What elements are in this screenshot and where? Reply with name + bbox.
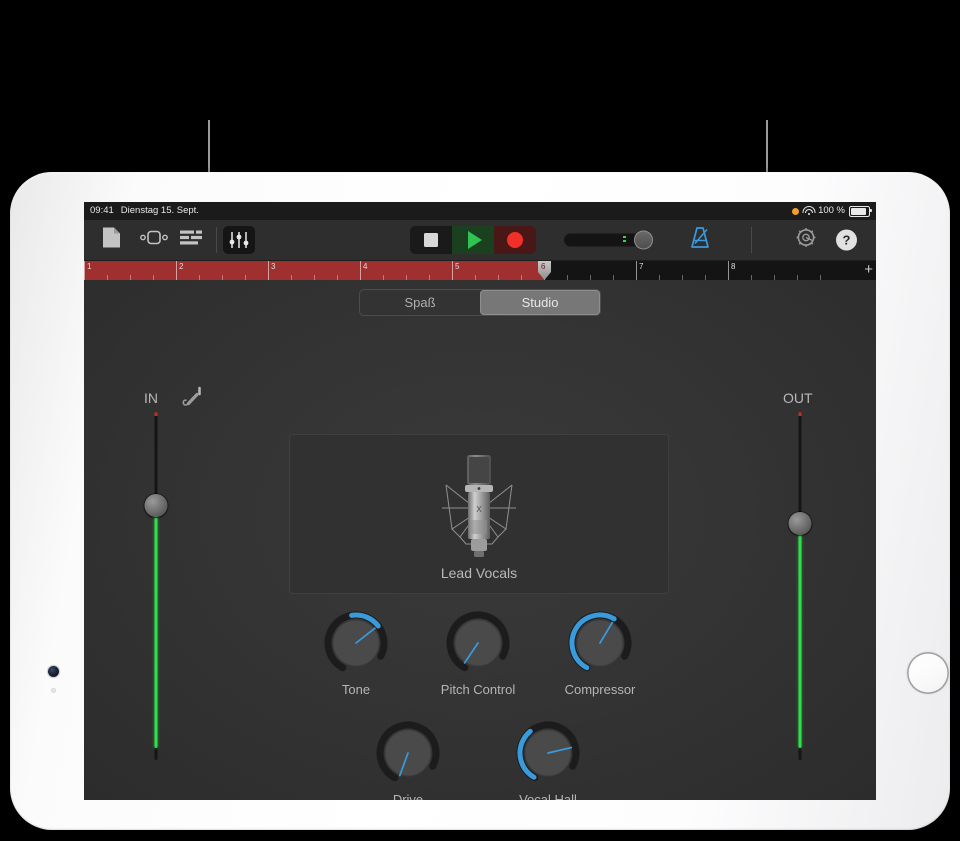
ruler-bar-line bbox=[636, 261, 637, 280]
knob-vocal-hall-dial bbox=[515, 720, 581, 786]
toolbar-divider-right bbox=[751, 227, 752, 253]
stop-icon bbox=[424, 233, 438, 247]
knob-drive-label: Drive bbox=[358, 792, 458, 800]
ruler-bar-line bbox=[268, 261, 269, 280]
play-button[interactable] bbox=[452, 226, 494, 254]
input-level-meter bbox=[155, 507, 158, 748]
battery-percent-label: 100 % bbox=[818, 202, 845, 220]
fx-sliders-icon[interactable] bbox=[223, 226, 255, 254]
mode-segmented-control: Spaß Studio bbox=[359, 289, 601, 316]
metronome-icon[interactable] bbox=[688, 227, 712, 254]
ruler-bar-line bbox=[176, 261, 177, 280]
main-toolbar: ? bbox=[84, 220, 876, 261]
gear-icon[interactable] bbox=[795, 227, 817, 254]
navigation-icon[interactable] bbox=[140, 230, 168, 251]
ipad-screen: 09:41 Dienstag 15. Sept. 100 % bbox=[84, 202, 876, 800]
condenser-microphone-icon: X bbox=[436, 451, 522, 568]
ruler-bar-number: 4 bbox=[363, 262, 367, 271]
add-section-button[interactable]: + bbox=[864, 262, 873, 278]
knob-compressor-dial bbox=[567, 610, 633, 676]
battery-icon bbox=[849, 206, 870, 217]
svg-text:X: X bbox=[476, 505, 482, 514]
knob-compressor[interactable]: Compressor bbox=[550, 610, 650, 697]
knob-drive[interactable]: Drive bbox=[358, 720, 458, 800]
tab-studio[interactable]: Studio bbox=[480, 290, 600, 315]
master-volume-ticks bbox=[623, 236, 626, 244]
instrument-panel[interactable]: X Lead Vocals bbox=[289, 434, 669, 594]
stop-button[interactable] bbox=[410, 226, 452, 254]
output-title: OUT bbox=[783, 390, 813, 406]
instrument-name: Lead Vocals bbox=[290, 565, 668, 581]
ruler-bar-number: 5 bbox=[455, 262, 459, 271]
ruler-bar-number: 2 bbox=[179, 262, 183, 271]
output-fader-peak-indicator bbox=[799, 412, 802, 416]
ruler-bar-line bbox=[360, 261, 361, 280]
play-icon bbox=[468, 231, 482, 249]
status-time: 09:41 bbox=[90, 202, 114, 220]
ruler-bar-number: 8 bbox=[731, 262, 735, 271]
input-fader-peak-indicator bbox=[155, 412, 158, 416]
status-date: Dienstag 15. Sept. bbox=[121, 202, 199, 220]
knob-drive-dial bbox=[375, 720, 441, 786]
knob-tone-dial bbox=[323, 610, 389, 676]
studio-workspace: Spaß Studio IN Mic Kanal bbox=[84, 280, 876, 800]
input-fader[interactable] bbox=[146, 412, 166, 760]
timeline-ruler[interactable]: 1 2 3 4 5 bbox=[84, 261, 876, 280]
ruler-bar-line bbox=[84, 261, 85, 280]
record-button[interactable] bbox=[494, 226, 536, 254]
master-volume-knob[interactable] bbox=[634, 231, 653, 250]
wifi-icon bbox=[803, 207, 814, 216]
knob-compressor-label: Compressor bbox=[550, 682, 650, 697]
home-button[interactable] bbox=[907, 652, 949, 694]
status-bar-left: 09:41 Dienstag 15. Sept. bbox=[90, 202, 199, 220]
help-button[interactable]: ? bbox=[836, 230, 857, 251]
output-fader[interactable] bbox=[790, 412, 810, 760]
status-bar-right: 100 % bbox=[792, 202, 870, 220]
output-level-meter bbox=[799, 524, 802, 748]
ruler-bar-number: 3 bbox=[271, 262, 275, 271]
input-fader-thumb[interactable] bbox=[145, 494, 168, 517]
output-fader-thumb[interactable] bbox=[789, 512, 812, 535]
record-icon bbox=[507, 232, 523, 248]
input-title: IN bbox=[144, 390, 158, 406]
mixer-lines-icon[interactable] bbox=[180, 230, 202, 251]
knob-vocal-hall-label: Vocal Hall bbox=[498, 792, 598, 800]
ruler-bar-number: 1 bbox=[87, 262, 91, 271]
ruler-bar-number: 7 bbox=[639, 262, 643, 271]
screenshot-root: 09:41 Dienstag 15. Sept. 100 % bbox=[0, 0, 960, 841]
knob-tone[interactable]: Tone bbox=[306, 610, 406, 697]
ruler-bar-line bbox=[728, 261, 729, 280]
playhead-bar-number: 6 bbox=[541, 262, 545, 271]
transport-controls bbox=[410, 226, 536, 254]
status-bar: 09:41 Dienstag 15. Sept. 100 % bbox=[84, 202, 876, 220]
ruler-bar-line bbox=[452, 261, 453, 280]
knob-vocal-hall[interactable]: Vocal Hall bbox=[498, 720, 598, 800]
ambient-light-sensor bbox=[51, 688, 56, 693]
knob-pitch-control-dial bbox=[445, 610, 511, 676]
knob-tone-label: Tone bbox=[306, 682, 406, 697]
knob-pitch-control-label: Pitch Control bbox=[428, 682, 528, 697]
tab-spass[interactable]: Spaß bbox=[360, 290, 480, 315]
microphone-plug-icon bbox=[180, 386, 206, 417]
front-camera bbox=[48, 666, 59, 677]
record-dot-icon bbox=[792, 208, 799, 215]
toolbar-divider-left bbox=[216, 227, 217, 253]
document-icon[interactable] bbox=[102, 227, 121, 254]
knob-pitch-control[interactable]: Pitch Control bbox=[428, 610, 528, 697]
